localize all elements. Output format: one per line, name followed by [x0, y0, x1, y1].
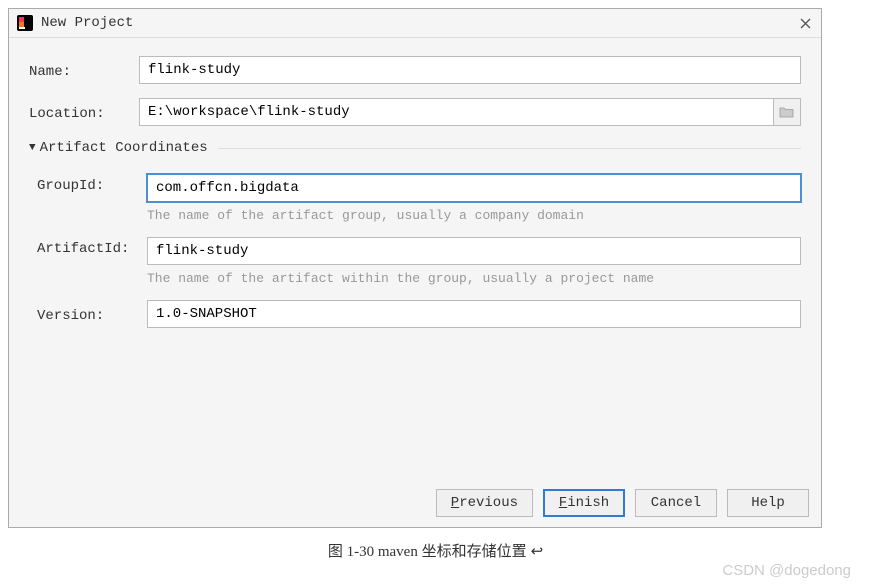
- name-input[interactable]: [139, 56, 801, 84]
- figure-caption: 图 1-30 maven 坐标和存储位置↩: [0, 540, 871, 561]
- name-row: Name:: [29, 56, 801, 84]
- groupid-input[interactable]: [147, 174, 801, 202]
- section-divider: [218, 148, 801, 149]
- groupid-hint: The name of the artifact group, usually …: [147, 208, 801, 223]
- artifact-coordinates-section[interactable]: ▼ Artifact Coordinates: [29, 140, 801, 156]
- name-label: Name:: [29, 60, 139, 80]
- watermark: CSDN @dogedong: [722, 562, 851, 579]
- help-button[interactable]: Help: [727, 489, 809, 517]
- close-button[interactable]: [797, 15, 813, 31]
- dialog-content: Name: Location: ▼ Artifact Coordinates G…: [9, 38, 821, 328]
- location-input[interactable]: [139, 98, 773, 126]
- location-row: Location:: [29, 98, 801, 126]
- groupid-label: GroupId:: [29, 174, 147, 194]
- groupid-row: GroupId: The name of the artifact group,…: [29, 174, 801, 223]
- button-bar: Previous Finish Cancel Help: [436, 489, 809, 517]
- finish-button[interactable]: Finish: [543, 489, 625, 517]
- version-row: Version:: [29, 300, 801, 328]
- browse-folder-button[interactable]: [773, 98, 801, 126]
- intellij-icon: [17, 15, 33, 31]
- artifactid-label: ArtifactId:: [29, 237, 147, 257]
- folder-icon: [779, 106, 795, 118]
- chevron-down-icon: ▼: [29, 142, 36, 154]
- return-icon: ↩: [531, 544, 544, 560]
- cancel-button[interactable]: Cancel: [635, 489, 717, 517]
- titlebar: New Project: [9, 9, 821, 38]
- version-label: Version:: [29, 304, 147, 324]
- artifactid-hint: The name of the artifact within the grou…: [147, 271, 801, 286]
- artifactid-input[interactable]: [147, 237, 801, 265]
- window-title: New Project: [41, 15, 797, 31]
- version-input[interactable]: [147, 300, 801, 328]
- section-title: Artifact Coordinates: [40, 140, 208, 156]
- new-project-dialog: New Project Name: Location: ▼ Artifact C…: [8, 8, 822, 528]
- artifactid-row: ArtifactId: The name of the artifact wit…: [29, 237, 801, 286]
- previous-button[interactable]: Previous: [436, 489, 533, 517]
- location-label: Location:: [29, 102, 139, 122]
